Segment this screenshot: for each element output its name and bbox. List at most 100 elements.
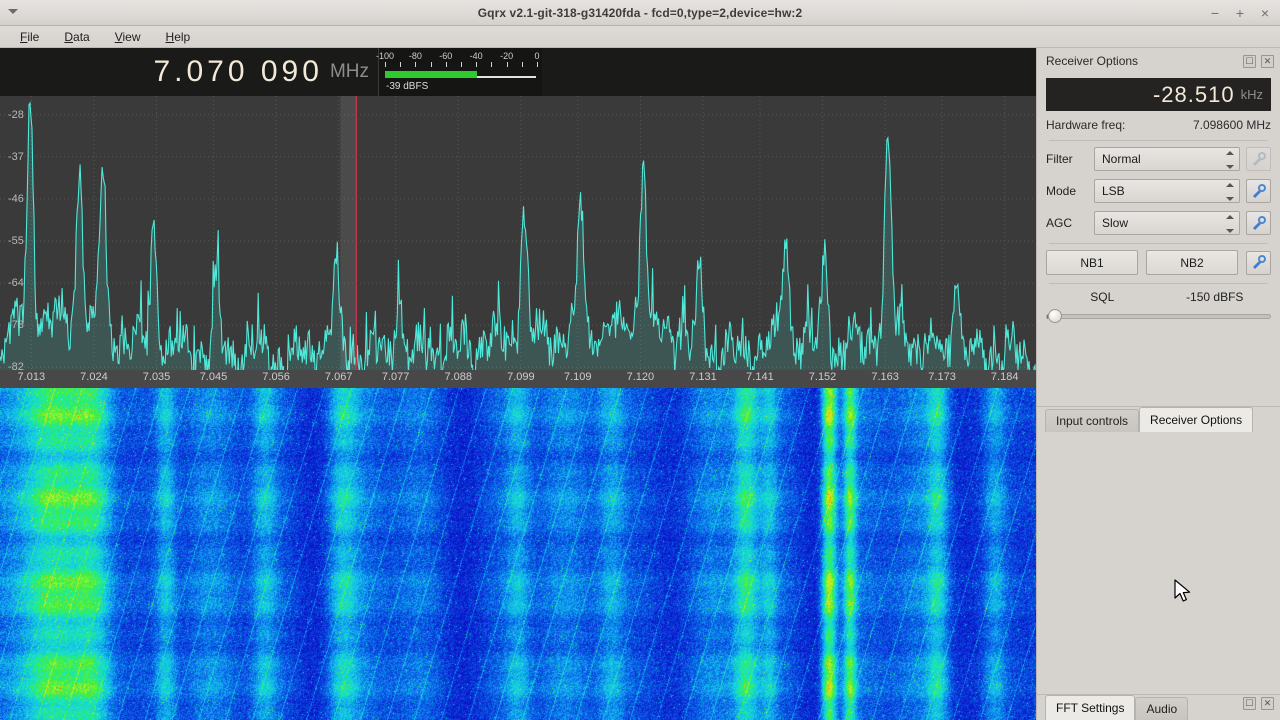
frequency-display[interactable]: 7.070 090 MHz [0,48,375,96]
x-tick-label: 7.077 [381,371,410,383]
x-tick-label: 7.131 [689,371,717,383]
x-tick-label: 7.173 [928,371,956,383]
meter-tick-label: 0 [534,51,540,61]
signal-meter-scale: -100 -80 -60 -40 -20 0 [376,51,540,69]
hardware-freq-row: Hardware freq: 7.098600 MHz [1046,118,1271,132]
divider-2 [1049,243,1268,244]
mode-label: Mode [1046,184,1077,198]
close-icon[interactable]: ✕ [1261,54,1274,68]
fft-tabbar: FFT Settings Audio [1037,694,1280,720]
noise-blanker-row: NB1 NB2 [1046,250,1271,275]
frequency-strip-filler [542,48,1036,96]
signal-meter-bar [385,71,536,78]
y-tick-label: -37 [8,150,24,163]
frequency-digits[interactable]: 7.070 090 [153,55,322,89]
window-titlebar: Gqrx v2.1-git-318-g31420fda - fcd=0,type… [0,0,1280,26]
agc-settings-button[interactable] [1246,211,1271,235]
y-tick-label: -55 [8,235,24,247]
tab-fft-settings[interactable]: FFT Settings [1045,695,1136,720]
mode-select[interactable]: LSB [1094,179,1240,203]
agc-spin-arrows[interactable] [1225,215,1234,233]
divider-1 [1049,140,1268,141]
x-tick-label: 7.184 [990,371,1019,383]
mode-settings-button[interactable] [1246,179,1271,203]
signal-meter-value: -39 dBFS [386,81,429,92]
nb1-button[interactable]: NB1 [1046,250,1138,275]
tab-receiver-options[interactable]: Receiver Options [1139,407,1254,432]
filter-settings-button[interactable] [1246,147,1271,171]
sql-label: SQL [1090,290,1115,304]
x-tick-label: 7.013 [17,371,46,383]
right-dock: Receiver Options ☐ ✕ -28.510 kHz Hardwar… [1036,48,1280,720]
agc-value: Slow [1102,216,1129,230]
filter-row: Filter Normal [1046,147,1271,171]
receiver-options-titlebar: Receiver Options ☐ ✕ [1037,48,1280,74]
spectrum-plot[interactable] [0,96,1036,386]
y-tick-label: -64 [8,277,24,290]
waterfall-display[interactable] [0,388,1036,720]
rx-offset-display[interactable]: -28.510 kHz [1046,78,1271,111]
rx-offset-value[interactable]: -28.510 [1153,82,1235,108]
menubar: File Data View Help [0,26,1280,48]
nb2-button[interactable]: NB2 [1146,250,1238,275]
menu-file[interactable]: File [10,28,49,46]
meter-tick-label: -40 [469,51,483,61]
y-tick-label: -73 [8,319,24,332]
hardware-freq-value: 7.098600 MHz [1192,118,1271,132]
close-button[interactable]: × [1258,6,1272,20]
x-tick-label: 7.088 [444,371,472,383]
wrench-icon [1253,183,1266,198]
x-tick-label: 7.067 [324,371,353,383]
sql-value: -150 dBFS [1186,290,1244,304]
hardware-freq-label: Hardware freq: [1046,118,1126,132]
agc-label: AGC [1046,216,1073,230]
x-tick-label: 7.120 [626,371,655,383]
mode-spin-arrows[interactable] [1225,183,1234,201]
mode-value: LSB [1102,184,1125,198]
menu-help[interactable]: Help [156,28,201,46]
signal-meter-fill [385,71,478,78]
x-tick-label: 7.109 [564,371,592,383]
x-tick-label: 7.024 [80,371,108,383]
nb-settings-button[interactable] [1246,250,1271,275]
wrench-icon [1253,255,1266,269]
meter-tick-label: -20 [500,51,514,61]
meter-tick-label: -80 [408,51,422,61]
filter-band [340,96,357,386]
menu-data[interactable]: Data [54,28,99,46]
squelch-row: SQL -150 dBFS [1046,290,1271,304]
sql-slider[interactable] [1046,308,1271,324]
sql-slider-groove [1046,314,1271,319]
receiver-tabbar: Input controls Receiver Options [1037,406,1280,432]
mode-row: Mode LSB [1046,179,1271,203]
tab-input-controls[interactable]: Input controls [1045,409,1140,432]
x-tick-label: 7.152 [808,371,837,383]
divider-3 [1049,283,1268,284]
receiver-options-title: Receiver Options [1046,54,1139,68]
agc-select[interactable]: Slow [1094,211,1240,235]
x-tick-label: 7.141 [746,371,774,383]
meter-tick-label: -60 [439,51,453,61]
filter-select[interactable]: Normal [1094,147,1240,171]
minimize-button[interactable]: − [1208,6,1222,20]
window-controls: − + × [1208,0,1272,26]
window-title: Gqrx v2.1-git-318-g31420fda - fcd=0,type… [477,6,803,20]
wrench-icon [1253,151,1266,166]
agc-row: AGC Slow [1046,211,1271,235]
filter-value: Normal [1102,152,1141,166]
x-tick-label: 7.035 [142,371,171,383]
y-tick-label: -28 [8,108,24,121]
spectrum-x-axis: 7.013 7.024 7.035 7.045 7.056 7.067 7.077 7.088… [0,370,1036,388]
float-icon[interactable]: ☐ [1243,54,1256,68]
spectrum-y-axis: -28 -37 -46 -55 -64 -73 -82 [0,96,40,386]
maximize-button[interactable]: + [1233,6,1247,20]
signal-meter: -100 -80 -60 -40 -20 0 -39 dBFS [376,48,542,96]
filter-spin-arrows[interactable] [1225,151,1234,169]
frequency-unit: MHz [329,61,369,82]
tab-audio[interactable]: Audio [1135,697,1189,720]
sql-slider-knob[interactable] [1048,309,1063,323]
x-tick-label: 7.056 [262,371,290,383]
meter-tick-label: -100 [375,51,395,61]
menu-view[interactable]: View [105,28,151,46]
x-tick-label: 7.163 [871,371,899,383]
